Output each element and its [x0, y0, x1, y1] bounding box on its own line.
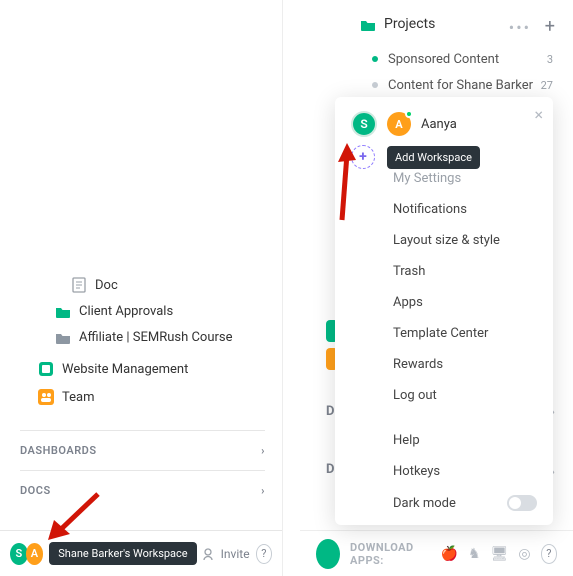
status-dot-icon: [372, 56, 378, 62]
section-docs[interactable]: DOCS ›: [20, 470, 265, 510]
help-icon[interactable]: ?: [256, 544, 272, 564]
sidebar-item-label: Doc: [95, 278, 118, 293]
sidebar-item-label: Team: [62, 390, 95, 405]
sidebar-item-website[interactable]: Website Management: [38, 356, 188, 382]
doc-icon: [71, 277, 87, 293]
menu-item-apps[interactable]: Apps: [335, 287, 553, 318]
workspace-avatar[interactable]: S: [351, 111, 377, 137]
menu-item-layout[interactable]: Layout size & style: [335, 225, 553, 256]
more-icon[interactable]: •••: [509, 18, 531, 37]
project-label: Content for Shane Barker: [388, 78, 533, 93]
sidebar-item-label: Affiliate | SEMRush Course: [79, 330, 233, 345]
darkmode-label: Dark mode: [393, 496, 456, 511]
sidebar-item-team[interactable]: Team: [38, 384, 95, 410]
menu-item-trash[interactable]: Trash: [335, 256, 553, 287]
project-row[interactable]: Sponsored Content 3: [372, 46, 553, 72]
android-icon[interactable]: ♞: [468, 546, 481, 562]
invite-label: Invite: [221, 547, 250, 561]
sidebar-item-doc[interactable]: Doc: [55, 272, 275, 298]
project-count: 3: [547, 53, 553, 66]
user-avatar[interactable]: A: [387, 112, 411, 136]
folder-icon: [55, 329, 71, 345]
sidebar-item-affiliate[interactable]: Affiliate | SEMRush Course: [55, 324, 275, 350]
menu-item-templates[interactable]: Template Center: [335, 318, 553, 349]
plus-user-icon: [203, 547, 217, 561]
darkmode-toggle[interactable]: [507, 495, 537, 511]
sidebar-item-label: Client Approvals: [79, 304, 173, 319]
workspace-avatar-s[interactable]: S: [10, 543, 28, 565]
menu-header: S A Aanya: [335, 111, 553, 143]
section-label: DOCS: [20, 484, 51, 497]
team-icon: [38, 389, 54, 405]
apple-icon[interactable]: 🍎: [441, 546, 458, 562]
menu-item-darkmode[interactable]: Dark mode: [335, 487, 553, 519]
section-label: DASHBOARDS: [20, 444, 97, 457]
download-bar: DOWNLOAD APPS: 🍎 ♞ 🖥 ◎ ?: [300, 530, 573, 576]
projects-header[interactable]: Projects: [360, 16, 435, 32]
brand-pill[interactable]: [316, 539, 340, 569]
chevron-right-icon: ›: [261, 444, 265, 457]
add-workspace-tooltip: Add Workspace: [387, 146, 480, 169]
menu-item-logout[interactable]: Log out: [335, 380, 553, 411]
help-icon[interactable]: ?: [541, 544, 557, 564]
menu-item-rewards[interactable]: Rewards: [335, 349, 553, 380]
invite-button[interactable]: Invite: [203, 547, 250, 561]
project-count: 27: [541, 79, 553, 92]
folder-open-icon: [360, 18, 376, 31]
sidebar-footer: S A Shane Barker's Workspace Invite ?: [0, 530, 282, 576]
left-sidebar: Doc Client Approvals Affiliate | SEMRush…: [0, 0, 282, 576]
sidebar-list: Doc Client Approvals Affiliate | SEMRush…: [55, 272, 275, 350]
projects-title: Projects: [384, 16, 435, 32]
clipboard-icon: [38, 361, 54, 377]
section-letter: D: [326, 462, 334, 476]
download-label: DOWNLOAD APPS:: [350, 541, 431, 567]
project-label: Sponsored Content: [388, 52, 499, 67]
presence-dot-icon: [405, 110, 413, 118]
user-name: Aanya: [421, 117, 457, 132]
section-letter: D: [326, 404, 334, 418]
folder-icon: [55, 303, 71, 319]
workspace-tooltip: Shane Barker's Workspace: [49, 542, 196, 565]
desktop-icon[interactable]: 🖥: [491, 546, 509, 562]
add-workspace-icon[interactable]: +: [351, 145, 375, 169]
menu-item-help[interactable]: Help: [335, 425, 553, 456]
workspace-avatar-a[interactable]: A: [26, 543, 44, 565]
menu-item-notifications[interactable]: Notifications: [335, 194, 553, 225]
status-dot-icon: [372, 82, 378, 88]
add-project-button[interactable]: +: [545, 16, 555, 37]
chrome-icon[interactable]: ◎: [518, 546, 530, 562]
sidebar-item-approvals[interactable]: Client Approvals: [55, 298, 275, 324]
project-list: Sponsored Content 3 Content for Shane Bar…: [372, 46, 553, 98]
workspace-menu: × S A Aanya + Add Workspace My Settings …: [335, 97, 553, 525]
menu-separator: [335, 411, 553, 425]
divider: [282, 0, 283, 576]
section-dashboards[interactable]: DASHBOARDS ›: [20, 430, 265, 470]
close-icon[interactable]: ×: [534, 105, 543, 124]
menu-item-hotkeys[interactable]: Hotkeys: [335, 456, 553, 487]
chevron-right-icon: ›: [261, 484, 265, 497]
sidebar-item-label: Website Management: [62, 362, 188, 377]
project-row[interactable]: Content for Shane Barker 27: [372, 72, 553, 98]
